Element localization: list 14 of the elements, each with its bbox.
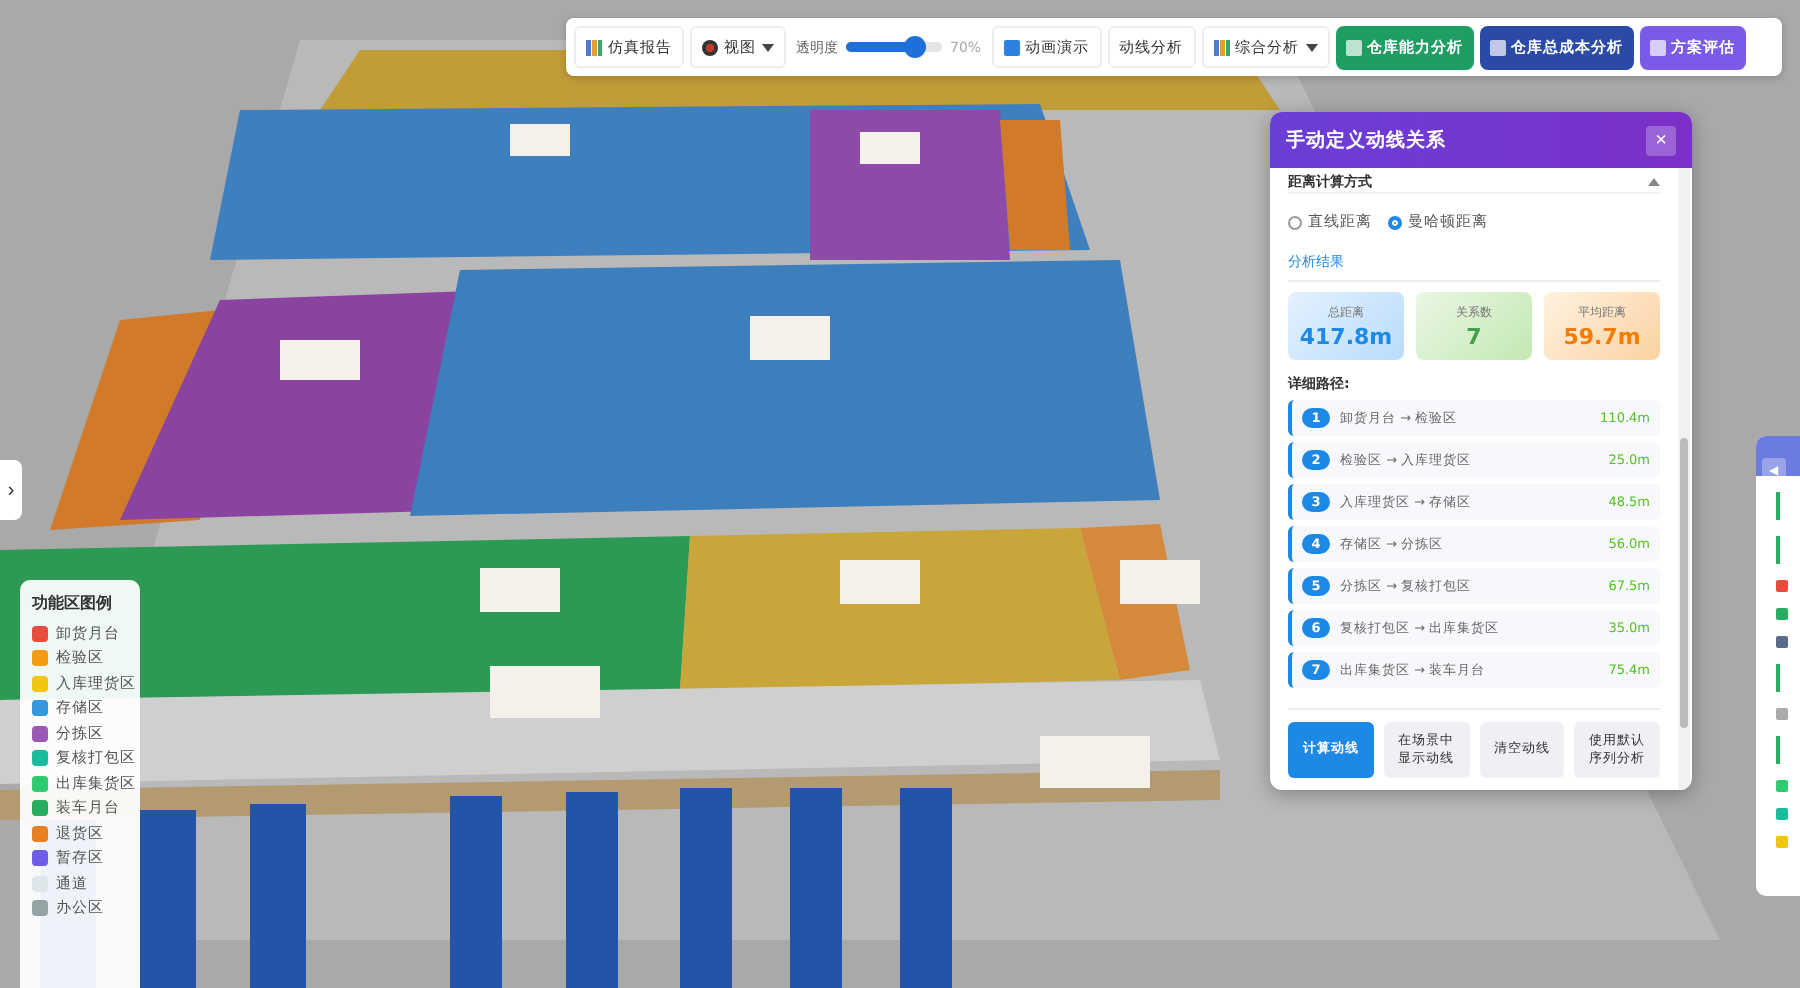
caret-icon [762, 43, 774, 51]
scrollbar[interactable] [1678, 168, 1690, 790]
stat-value: 417.8m [1299, 323, 1393, 349]
bar-chart-icon [1213, 39, 1230, 55]
scroll-up-icon[interactable] [1648, 178, 1660, 186]
stat-value: 59.7m [1563, 323, 1641, 349]
close-button[interactable]: × [1646, 125, 1676, 155]
opacity-slider[interactable] [846, 42, 942, 52]
dialog-title: 手动定义动线关系 [1286, 127, 1446, 153]
caret-icon [1305, 43, 1318, 51]
stat-value: 7 [1466, 323, 1482, 349]
legend-title: 功能区图例 [32, 592, 114, 614]
bar-chart-icon [586, 39, 602, 55]
expand-tab[interactable]: › [0, 460, 22, 520]
